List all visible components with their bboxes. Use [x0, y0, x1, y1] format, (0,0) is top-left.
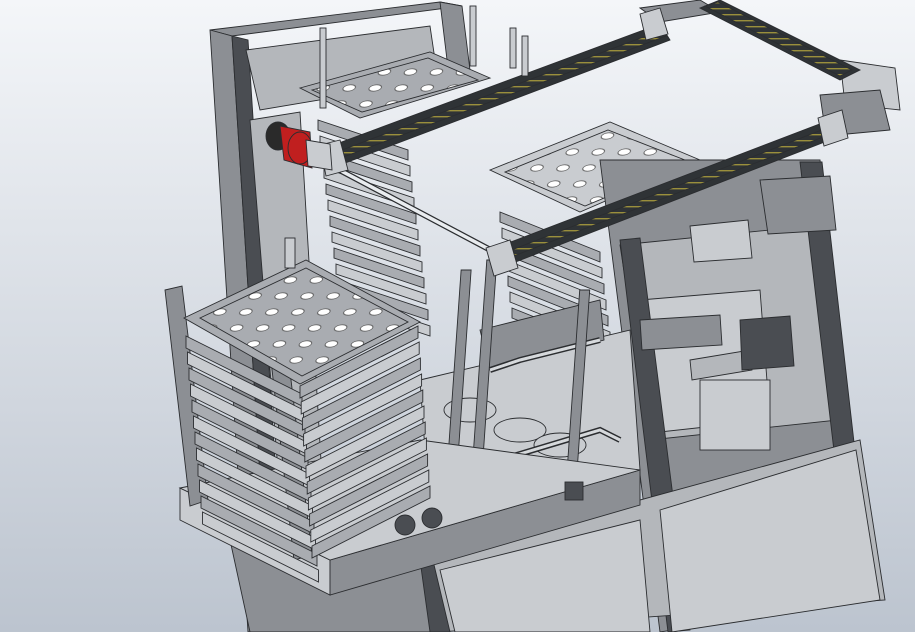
- cad-viewport[interactable]: [0, 0, 915, 632]
- cad-model-render: [0, 0, 915, 632]
